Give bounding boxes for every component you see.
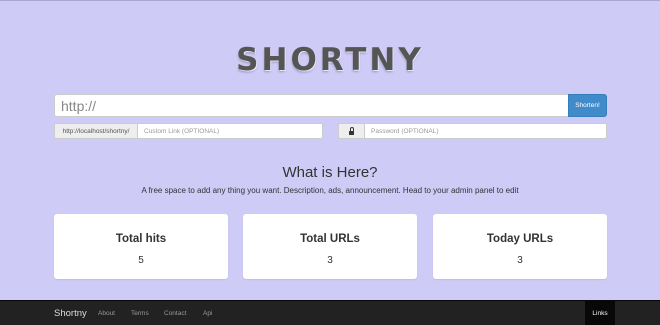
lock-icon xyxy=(349,127,354,135)
page: SHORTNY Shorten! http://localhost/shortn… xyxy=(0,0,660,325)
password-input[interactable] xyxy=(364,123,607,139)
footer-navbar: Shortny About Terms Contact Api Links xyxy=(0,300,660,325)
info-text: A free space to add any thing you want. … xyxy=(141,186,519,195)
long-url-input[interactable] xyxy=(54,94,568,117)
stat-value: 5 xyxy=(138,255,144,266)
custom-link-input[interactable] xyxy=(137,123,323,139)
password-addon xyxy=(338,123,364,139)
stat-label: Total URLs xyxy=(300,233,360,245)
nav-link-about[interactable]: About xyxy=(98,310,115,317)
stat-card-total-urls: Total URLs 3 xyxy=(243,214,417,279)
nav-link-terms[interactable]: Terms xyxy=(131,310,149,317)
nav-link-links[interactable]: Links xyxy=(585,301,615,325)
stat-value: 3 xyxy=(327,255,333,266)
stat-value: 3 xyxy=(517,255,523,266)
site-logo: SHORTNY xyxy=(236,42,424,78)
custom-link-group: http://localhost/shortny/ xyxy=(54,123,323,139)
footer-brand-link[interactable]: Shortny xyxy=(54,308,87,319)
custom-link-prefix: http://localhost/shortny/ xyxy=(54,123,137,139)
shorten-button[interactable]: Shorten! xyxy=(568,94,607,117)
info-title: What is Here? xyxy=(282,164,378,181)
url-input-group: Shorten! xyxy=(54,94,607,117)
password-group xyxy=(338,123,607,139)
stat-label: Total hits xyxy=(115,233,167,245)
stat-card-total-hits: Total hits 5 xyxy=(54,214,228,279)
nav-link-contact[interactable]: Contact xyxy=(164,310,186,317)
nav-link-api[interactable]: Api xyxy=(203,310,212,317)
stat-label: Today URLs xyxy=(486,233,554,245)
stat-card-today-urls: Today URLs 3 xyxy=(433,214,607,279)
